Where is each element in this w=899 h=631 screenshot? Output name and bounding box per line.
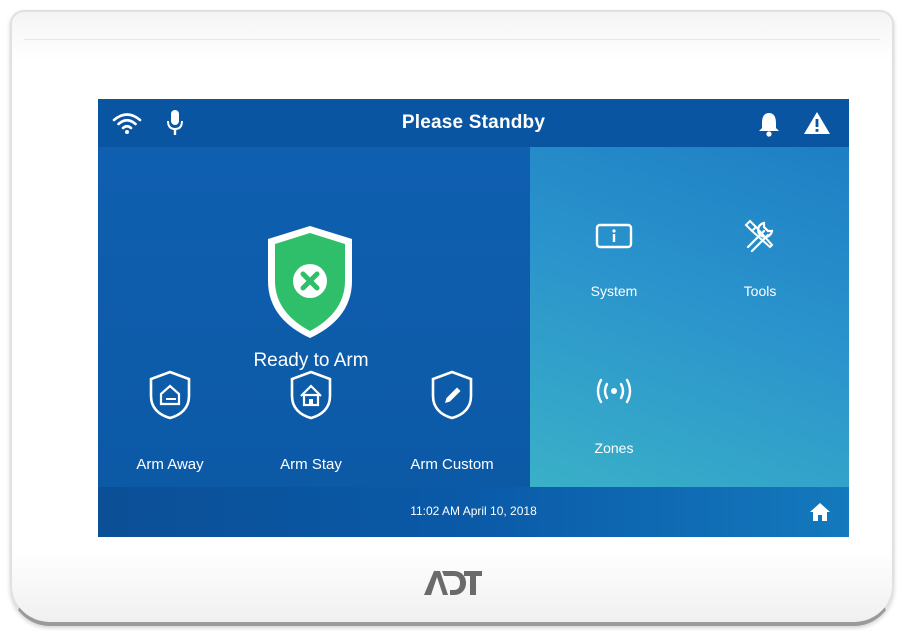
menu-panel: System Tools Zones [530, 147, 849, 487]
arm-stay-label: Arm Stay [280, 456, 342, 473]
system-tile[interactable]: System [549, 213, 679, 323]
shield-x-icon[interactable] [264, 223, 356, 346]
arming-panel: Ready to Arm Arm Away Arm Stay Arm Custo… [98, 147, 530, 487]
wireless-sensor-icon [596, 378, 632, 404]
home-icon[interactable] [808, 500, 832, 524]
bottom-bar: 11:02 AM April 10, 2018 [98, 487, 849, 537]
bell-icon[interactable] [757, 111, 781, 142]
status-bar: Please Standby [98, 99, 849, 147]
bezel-edge [24, 39, 880, 40]
system-label: System [590, 283, 638, 299]
zones-label: Zones [594, 440, 634, 456]
arm-custom-button[interactable]: Arm Custom [382, 370, 522, 480]
tools-tile[interactable]: Tools [695, 213, 825, 323]
arm-custom-label: Arm Custom [410, 456, 494, 473]
keypad-device: Please Standby Ready to Arm Arm Away Arm… [10, 10, 894, 626]
shield-pencil-icon [431, 370, 473, 420]
zones-tile[interactable]: Zones [549, 372, 679, 482]
touchscreen: Please Standby Ready to Arm Arm Away Arm… [98, 99, 849, 537]
info-panel-icon [595, 223, 633, 249]
tools-icon [744, 219, 774, 253]
adt-logo [12, 567, 892, 604]
arm-stay-button[interactable]: Arm Stay [241, 370, 381, 480]
warning-icon[interactable] [803, 111, 831, 140]
shield-house-exit-icon [149, 370, 191, 420]
status-title: Please Standby [401, 112, 546, 133]
date-time: 11:02 AM April 10, 2018 [410, 504, 537, 518]
shield-house-icon [290, 370, 332, 420]
arm-away-button[interactable]: Arm Away [100, 370, 240, 480]
tools-label: Tools [743, 283, 777, 299]
ready-status-label: Ready to Arm [253, 350, 369, 371]
arm-away-label: Arm Away [136, 456, 204, 473]
